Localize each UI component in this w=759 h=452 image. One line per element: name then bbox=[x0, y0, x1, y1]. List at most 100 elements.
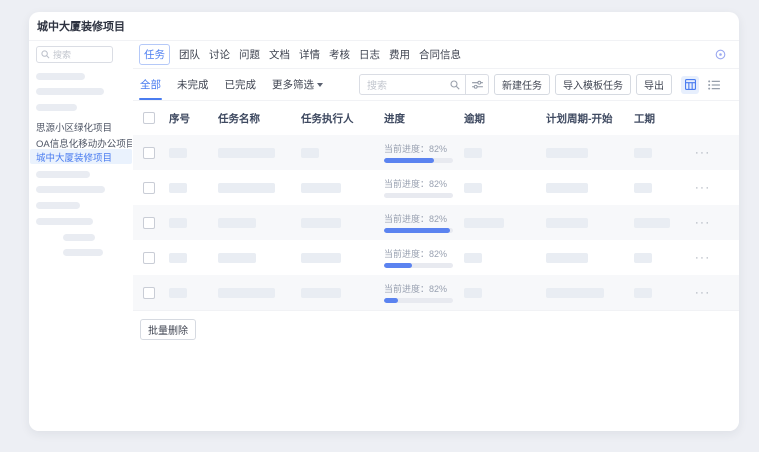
skeleton-cell bbox=[464, 288, 482, 298]
table-row: 当前进度：82% ··· bbox=[133, 275, 739, 310]
progress-label: 当前进度：82% bbox=[384, 247, 464, 260]
tab-item[interactable]: 文档 bbox=[269, 47, 290, 62]
circle-dot-icon[interactable] bbox=[715, 49, 726, 60]
skeleton-cell bbox=[546, 253, 588, 263]
skeleton-cell bbox=[464, 183, 482, 193]
tab-item[interactable]: 团队 bbox=[179, 47, 200, 62]
filter-item[interactable]: 更多筛选 bbox=[272, 77, 323, 92]
task-search-input[interactable]: 搜索 bbox=[359, 74, 489, 95]
toolbar-button[interactable]: 新建任务 bbox=[494, 74, 550, 95]
sidebar-search-placeholder: 搜索 bbox=[53, 48, 71, 61]
column-header: 工期 bbox=[634, 111, 695, 126]
status-filters: 全部 未完成 已完成更多筛选 bbox=[140, 77, 323, 92]
skeleton-cell bbox=[464, 253, 482, 263]
column-header: 任务名称 bbox=[218, 111, 301, 126]
skeleton-cell bbox=[634, 288, 652, 298]
batch-delete-button[interactable]: 批量删除 bbox=[140, 319, 196, 340]
list-view-icon[interactable] bbox=[705, 76, 723, 94]
skeleton-bar bbox=[36, 104, 77, 111]
progress-bar-track bbox=[384, 193, 453, 198]
tab-item[interactable]: 任务 bbox=[139, 44, 170, 65]
row-more-actions[interactable]: ··· bbox=[695, 252, 739, 264]
skeleton-cell bbox=[218, 183, 275, 193]
filter-item[interactable]: 已完成 bbox=[225, 77, 257, 92]
skeleton-cell bbox=[546, 183, 588, 193]
row-more-actions[interactable]: ··· bbox=[695, 182, 739, 194]
row-checkbox[interactable] bbox=[143, 287, 155, 299]
progress-bar-fill bbox=[384, 158, 434, 163]
row-checkbox[interactable] bbox=[143, 147, 155, 159]
toolbar-actions: 搜索 新建任务导入模板任务导出 bbox=[359, 74, 723, 95]
row-more-actions[interactable]: ··· bbox=[695, 147, 739, 159]
column-header: 计划周期-开始 bbox=[546, 111, 634, 126]
tabs-container: 任务团队讨论问题文档详情考核日志费用合同信息 bbox=[139, 44, 461, 65]
tab-item[interactable]: 详情 bbox=[299, 47, 320, 62]
page-title: 城中大厦装修项目 bbox=[37, 18, 125, 34]
column-header: 任务执行人 bbox=[301, 111, 384, 126]
row-checkbox[interactable] bbox=[143, 217, 155, 229]
table-row: 当前进度：82%··· bbox=[133, 135, 739, 170]
task-table-body: 当前进度：82% ··· 当前进度：82% ··· 当前进度：82% ··· 当前进度：82… bbox=[133, 135, 739, 311]
tab-item[interactable]: 日志 bbox=[359, 47, 380, 62]
skeleton-bar bbox=[63, 249, 103, 256]
progress-bar-fill bbox=[384, 228, 450, 233]
progress-bar-track bbox=[384, 228, 453, 233]
sidebar-project-item[interactable]: 城中大厦装修项目 bbox=[30, 149, 132, 164]
column-header: 逾期 bbox=[464, 111, 546, 126]
skeleton-cell bbox=[169, 253, 187, 263]
progress-cell: 当前进度：82% bbox=[384, 177, 464, 198]
toolbar-button[interactable]: 导出 bbox=[636, 74, 672, 95]
progress-bar-fill bbox=[384, 298, 398, 303]
progress-label: 当前进度：82% bbox=[384, 282, 464, 295]
window-title-bar: 城中大厦装修项目 bbox=[29, 12, 739, 41]
sidebar-project-item[interactable]: OA信息化移动办公项目 bbox=[30, 135, 132, 150]
skeleton-bar bbox=[36, 202, 80, 209]
skeleton-cell bbox=[546, 218, 588, 228]
progress-label: 当前进度：82% bbox=[384, 212, 464, 225]
skeleton-cell bbox=[169, 218, 187, 228]
skeleton-cell bbox=[634, 148, 652, 158]
skeleton-bar bbox=[36, 73, 85, 80]
toolbar-buttons: 新建任务导入模板任务导出 bbox=[494, 74, 672, 95]
skeleton-cell bbox=[301, 253, 341, 263]
row-more-actions[interactable]: ··· bbox=[695, 217, 739, 229]
skeleton-cell bbox=[301, 183, 341, 193]
search-icon[interactable] bbox=[445, 80, 465, 90]
table-row: 当前进度：82% ··· bbox=[133, 240, 739, 275]
project-window: 城中大厦装修项目 搜索 思源小区绿化项目OA信息化移动办公项目城中大厦装修项目 … bbox=[29, 12, 739, 431]
tab-item[interactable]: 合同信息 bbox=[419, 47, 461, 62]
table-row: 当前进度：82% ··· bbox=[133, 205, 739, 240]
table-view-icon[interactable] bbox=[681, 76, 699, 94]
chevron-down-icon bbox=[317, 83, 323, 87]
skeleton-cell bbox=[546, 148, 588, 158]
progress-label: 当前进度：82% bbox=[384, 177, 464, 190]
tab-item[interactable]: 讨论 bbox=[209, 47, 230, 62]
view-toggle bbox=[681, 76, 723, 94]
filter-item[interactable]: 未完成 bbox=[177, 77, 209, 92]
progress-bar-track bbox=[384, 263, 453, 268]
tab-item[interactable]: 问题 bbox=[239, 47, 260, 62]
progress-cell: 当前进度：82% bbox=[384, 282, 464, 303]
sidebar-project-item[interactable]: 思源小区绿化项目 bbox=[30, 119, 132, 134]
skeleton-cell bbox=[634, 218, 670, 228]
toolbar-button[interactable]: 导入模板任务 bbox=[555, 74, 631, 95]
row-checkbox[interactable] bbox=[143, 182, 155, 194]
select-all-checkbox[interactable] bbox=[143, 112, 155, 124]
sidebar-search-input[interactable]: 搜索 bbox=[36, 46, 113, 63]
tab-item[interactable]: 费用 bbox=[389, 47, 410, 62]
filter-item[interactable]: 全部 bbox=[140, 77, 161, 92]
skeleton-cell bbox=[169, 183, 187, 193]
skeleton-cell bbox=[218, 148, 275, 158]
row-more-actions[interactable]: ··· bbox=[695, 287, 739, 299]
table-row: 当前进度：82% ··· bbox=[133, 170, 739, 205]
tab-item[interactable]: 考核 bbox=[329, 47, 350, 62]
task-toolbar: 全部 未完成 已完成更多筛选 搜索 新建任务导入模板任务导出 bbox=[133, 69, 739, 101]
skeleton-bar bbox=[36, 186, 105, 193]
project-sidebar: 搜索 思源小区绿化项目OA信息化移动办公项目城中大厦装修项目 bbox=[29, 41, 134, 431]
row-checkbox[interactable] bbox=[143, 252, 155, 264]
skeleton-bar bbox=[36, 171, 90, 178]
skeleton-bar bbox=[36, 218, 93, 225]
advanced-filter-icon[interactable] bbox=[465, 75, 488, 94]
progress-cell: 当前进度：82% bbox=[384, 247, 464, 268]
progress-bar-track bbox=[384, 158, 453, 163]
